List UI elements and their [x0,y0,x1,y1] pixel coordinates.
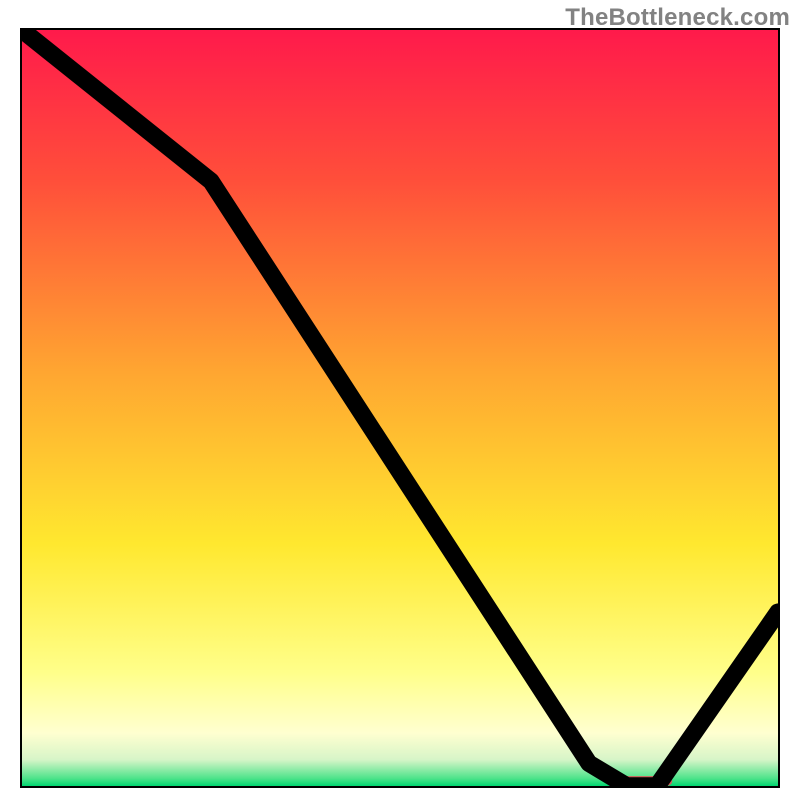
plot-area [20,28,780,788]
plot-svg [22,30,778,786]
background-rect [22,30,778,786]
chart-stage: TheBottleneck.com [0,0,800,800]
